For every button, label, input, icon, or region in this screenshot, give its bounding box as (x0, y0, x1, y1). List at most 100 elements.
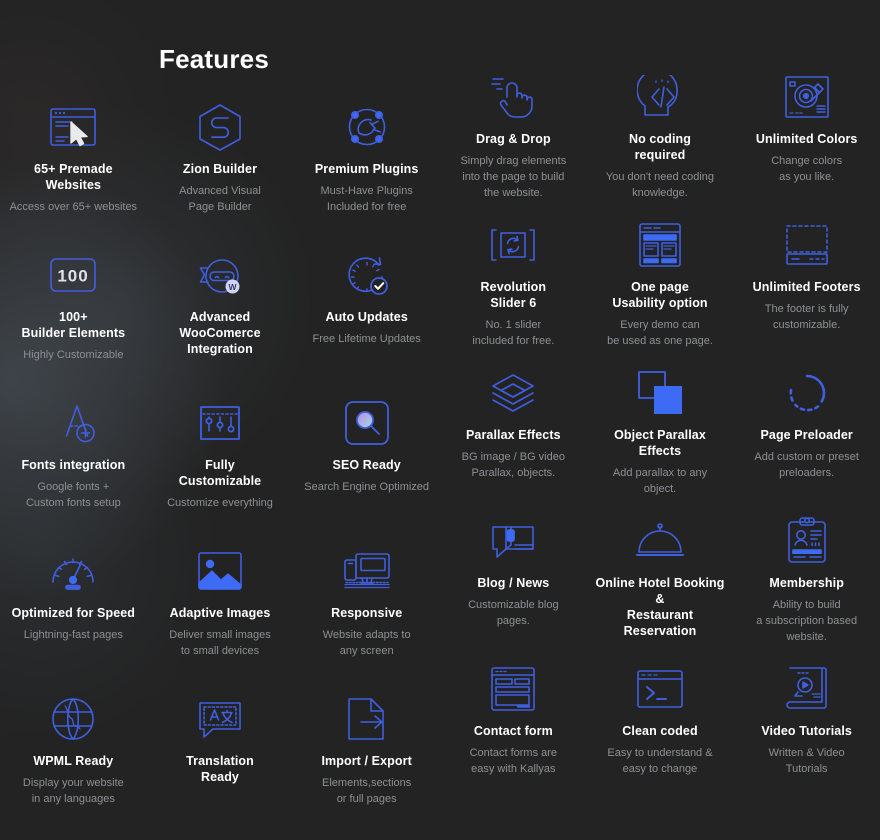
feature-card[interactable]: Video Tutorials Written & Video Tutorials (733, 662, 880, 810)
feature-description: BG image / BG video Parallax, objects. (461, 451, 565, 479)
feature-description: Customizable blog pages. (468, 599, 559, 627)
feature-title: Advanced WooComerce Integration (179, 310, 261, 356)
feature-title: Object Parallax Effects (614, 428, 706, 458)
builder-elements-icon: 100 (49, 248, 97, 302)
feature-description: Add parallax to any object. (612, 467, 708, 495)
feature-card[interactable]: Fully Customizable Customize everything (147, 396, 294, 544)
feature-title: Unlimited Colors (755, 132, 858, 146)
feature-description: Customize everything (167, 497, 273, 509)
feature-card[interactable]: Import / Export Elements,sections or full… (293, 692, 440, 840)
feature-title: Optimized for Speed (11, 606, 136, 620)
page-preloader-icon (787, 366, 827, 420)
feature-description: Google fonts + Custom fonts setup (25, 481, 121, 509)
svg-text:100: 100 (58, 267, 89, 286)
feature-title: Unlimited Footers (752, 280, 861, 294)
feature-card[interactable]: SEO Ready Search Engine Optimized (293, 396, 440, 544)
feature-title: Online Hotel Booking & Restaurant Reserv… (595, 576, 725, 638)
feature-card[interactable]: 65+ Premade Websites Access over 65+ webs… (0, 100, 147, 248)
feature-card[interactable]: Zion Builder Advanced Visual Page Builder (147, 100, 294, 248)
feature-title: Adaptive Images (169, 606, 271, 620)
feature-title: Parallax Effects (465, 428, 561, 442)
feature-title: Contact form (473, 724, 553, 738)
feature-title: Revolution Slider 6 (480, 280, 547, 310)
feature-title: Blog / News (477, 576, 550, 590)
features-grid-left: 65+ Premade Websites Access over 65+ webs… (0, 100, 440, 840)
translation-icon (196, 692, 244, 746)
feature-title: Responsive (331, 606, 403, 620)
feature-description: Every demo can be used as one page. (607, 319, 713, 347)
feature-description: No. 1 slider included for free. (472, 319, 555, 347)
feature-card[interactable]: Contact form Contact forms are easy with … (440, 662, 587, 810)
zion-builder-icon (196, 100, 244, 154)
feature-description: Access over 65+ websites (9, 201, 138, 213)
unlimited-footers-icon (784, 218, 830, 272)
feature-description: Add custom or preset preloaders. (754, 451, 859, 479)
feature-title: Auto Updates (325, 310, 408, 324)
adaptive-images-icon (196, 544, 244, 598)
feature-card[interactable]: Fonts integration Google fonts + Custom f… (0, 396, 147, 544)
feature-description: Free Lifetime Updates (312, 333, 421, 345)
feature-card[interactable]: Unlimited Footers The footer is fully cus… (733, 218, 880, 366)
feature-card[interactable]: Premium Plugins Must-Have Plugins Include… (293, 100, 440, 248)
woocommerce-ninja-icon: W (197, 248, 243, 302)
feature-card[interactable]: Unlimited Colors Change colors as you lik… (733, 70, 880, 218)
feature-title: 65+ Premade Websites (34, 162, 113, 192)
feature-title: WPML Ready (33, 754, 114, 768)
feature-description: Highly Customizable (23, 349, 124, 361)
feature-card[interactable]: Revolution Slider 6 No. 1 slider included… (440, 218, 587, 366)
feature-card[interactable]: Clean coded Easy to understand & easy to … (587, 662, 734, 810)
unlimited-colors-icon (784, 70, 830, 124)
revolution-slider-icon (490, 218, 536, 272)
feature-card[interactable]: No coding required You don't need coding … (587, 70, 734, 218)
feature-title: SEO Ready (332, 458, 401, 472)
feature-description: Elements,sections or full pages (322, 777, 412, 805)
import-export-icon (345, 692, 389, 746)
no-coding-icon (636, 70, 683, 124)
feature-card[interactable]: Translation Ready (147, 692, 294, 840)
features-grid-right: Drag & Drop Simply drag elements into the… (440, 70, 880, 810)
feature-card[interactable]: Adaptive Images Deliver small images to s… (147, 544, 294, 692)
feature-description: Must-Have Plugins Included for free (320, 185, 413, 213)
feature-title: Membership (769, 576, 844, 590)
feature-description: Search Engine Optimized (304, 481, 430, 493)
feature-card[interactable]: Parallax Effects BG image / BG video Para… (440, 366, 587, 514)
svg-text:W: W (228, 282, 237, 292)
feature-description: Written & Video Tutorials (768, 747, 845, 775)
feature-description: Simply drag elements into the page to bu… (460, 155, 567, 199)
feature-description: Contact forms are easy with Kallyas (469, 747, 558, 775)
feature-description: Website adapts to any screen (322, 629, 411, 657)
feature-card[interactable]: Online Hotel Booking & Restaurant Reserv… (587, 514, 734, 662)
feature-title: Page Preloader (760, 428, 853, 442)
feature-title: One page Usability option (612, 280, 708, 310)
feature-card[interactable]: Responsive Website adapts to any screen (293, 544, 440, 692)
page-title: Features (159, 44, 269, 74)
feature-title: Fully Customizable (178, 458, 262, 488)
feature-title: Import / Export (321, 754, 412, 768)
feature-card[interactable]: W Advanced WooComerce Integration (147, 248, 294, 396)
feature-title: Clean coded (622, 724, 698, 738)
feature-card[interactable]: Blog / News Customizable blog pages. (440, 514, 587, 662)
premade-websites-icon (49, 100, 97, 154)
feature-card[interactable]: One page Usability option Every demo can … (587, 218, 734, 366)
feature-description: Change colors as you like. (771, 155, 843, 183)
feature-description: Lightning-fast pages (23, 629, 123, 641)
speed-gauge-icon (49, 544, 97, 598)
feature-description: Ability to build a subscription based we… (756, 599, 858, 643)
feature-card[interactable]: Auto Updates Free Lifetime Updates (293, 248, 440, 396)
feature-card[interactable]: 100 100+ Builder Elements Highly Customiza… (0, 248, 147, 396)
feature-card[interactable]: WPML Ready Display your website in any la… (0, 692, 147, 840)
feature-card[interactable]: Drag & Drop Simply drag elements into the… (440, 70, 587, 218)
feature-card[interactable]: Optimized for Speed Lightning-fast pages (0, 544, 147, 692)
fonts-integration-icon (49, 396, 97, 450)
feature-description: Display your website in any languages (22, 777, 124, 805)
feature-description: Deliver small images to small devices (169, 629, 271, 657)
feature-description: Easy to understand & easy to change (607, 747, 713, 775)
feature-card[interactable]: Membership Ability to build a subscriptio… (733, 514, 880, 662)
feature-card[interactable]: Page Preloader Add custom or preset prelo… (733, 366, 880, 514)
feature-title: 100+ Builder Elements (21, 310, 126, 340)
wpml-globe-icon (50, 692, 96, 746)
contact-form-icon (490, 662, 536, 716)
feature-title: Video Tutorials (761, 724, 852, 738)
feature-card[interactable]: Object Parallax Effects Add parallax to a… (587, 366, 734, 514)
feature-description: The footer is fully customizable. (764, 303, 849, 331)
